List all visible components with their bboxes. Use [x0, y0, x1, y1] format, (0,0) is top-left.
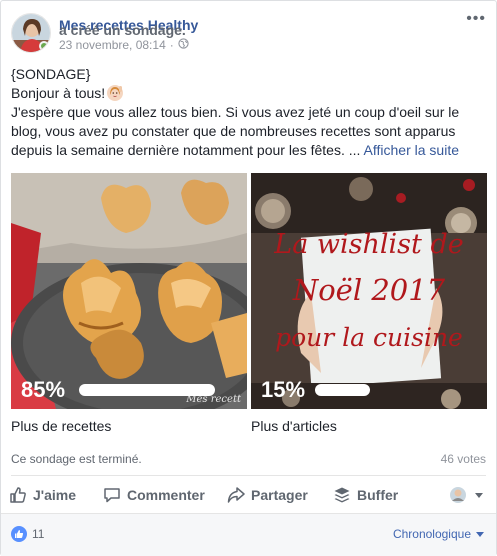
more-dots-icon[interactable]: •••: [466, 11, 486, 27]
poll-status: Ce sondage est terminé.: [11, 452, 142, 466]
post-author-line: Mes recettes Healthy a créé un sondage.: [59, 16, 198, 38]
buffer-icon: [334, 487, 350, 503]
poll-option-label-articles[interactable]: Plus d'articles: [251, 417, 337, 435]
see-more-link[interactable]: Afficher la suite: [364, 142, 459, 158]
page-selector-button[interactable]: [449, 481, 483, 509]
poll-percent-articles: 15%: [261, 377, 306, 402]
divider: [11, 475, 486, 476]
buffer-label: Buffer: [357, 487, 399, 503]
wishlist-title-line1: La wishlist de: [274, 229, 464, 260]
like-reaction-icon: [11, 526, 27, 542]
poll-result-bar-recettes: [79, 384, 215, 396]
recettes-image: [11, 173, 247, 409]
post-meta: 23 novembre, 08:14 ·: [59, 37, 189, 53]
page-avatar-icon: [450, 487, 466, 503]
post-actions: J'aime Commenter Partager Buffer: [9, 481, 489, 509]
share-icon: [227, 487, 245, 503]
post-timestamp[interactable]: 23 novembre, 08:14: [59, 37, 166, 53]
like-button[interactable]: J'aime: [9, 481, 76, 509]
poll-votes[interactable]: 46 votes: [441, 452, 486, 466]
globe-icon[interactable]: [178, 37, 189, 53]
poll-option-label-recettes[interactable]: Plus de recettes: [11, 417, 111, 435]
post-footer: 11 Chronologique: [1, 514, 496, 556]
comment-button[interactable]: Commenter: [103, 481, 205, 509]
chevron-down-icon: [475, 492, 483, 498]
post-text-line1: {SONDAGE}: [11, 66, 91, 82]
poll-result-bar-articles: [315, 384, 370, 396]
wishlist-title-line3: pour la cuisine: [275, 323, 463, 352]
chevron-down-icon: [476, 531, 484, 537]
poll-option-articles[interactable]: La wishlist de Noël 2017 pour la cuisine…: [251, 173, 487, 409]
comment-icon: [104, 488, 120, 503]
meta-separator: ·: [169, 38, 174, 52]
post-text-body: J'espère que vous allez tous bien. Si vo…: [11, 103, 491, 160]
share-button[interactable]: Partager: [227, 481, 308, 509]
thumbs-up-icon: [10, 487, 26, 503]
author-avatar[interactable]: [11, 13, 51, 53]
poll-post: Mes recettes Healthy a créé un sondage. …: [0, 0, 497, 556]
like-label: J'aime: [33, 487, 77, 503]
comment-sort-dropdown[interactable]: Chronologique: [393, 527, 484, 541]
share-label: Partager: [251, 487, 308, 503]
reactions-summary[interactable]: 11: [11, 526, 44, 542]
post-text: {SONDAGE} Bonjour à tous! J'espère que v…: [11, 65, 491, 160]
post-text-line2: Bonjour à tous!: [11, 84, 491, 103]
sort-label: Chronologique: [392, 527, 471, 541]
wishlist-title-line2: Noël 2017: [292, 273, 446, 307]
post-header: Mes recettes Healthy a créé un sondage. …: [11, 11, 488, 57]
poll-option-recettes[interactable]: Mes recett 85%: [11, 173, 247, 409]
woman-raising-hand-emoji: [107, 85, 124, 101]
comment-label: Commenter: [127, 487, 205, 503]
poll-percent-recettes: 85%: [21, 377, 66, 402]
like-count: 11: [32, 527, 45, 541]
buffer-button[interactable]: Buffer: [333, 481, 398, 509]
greeting-text: Bonjour à tous!: [11, 85, 106, 101]
